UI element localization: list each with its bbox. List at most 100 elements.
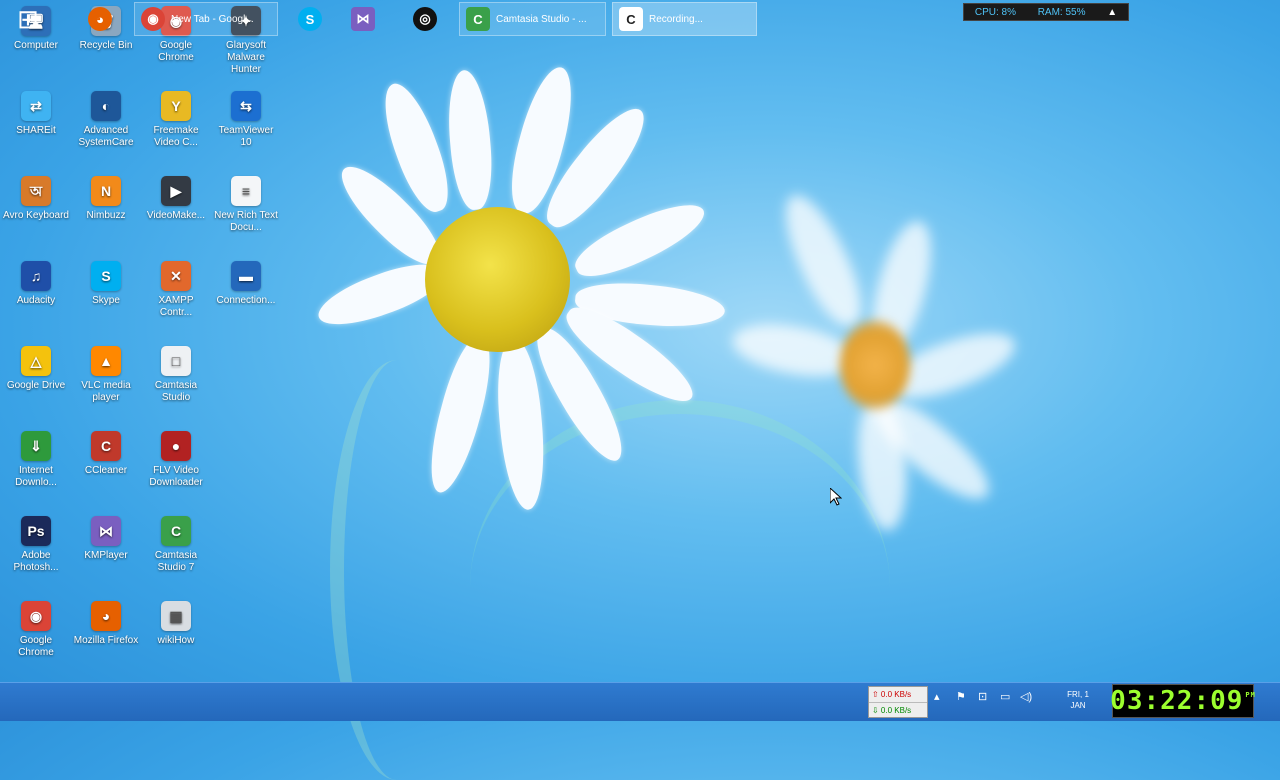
desktop-icon-label: VideoMake... [146, 210, 206, 221]
desktop-icon-label: Camtasia Studio 7 [154, 550, 198, 573]
chrome-window-title: New Tab - Googl... [171, 13, 254, 25]
taskbar-date[interactable]: FRI, 1 JAN [1054, 689, 1102, 711]
desktop-icon-label: wikiHow [157, 635, 195, 646]
desktop-icon-label: Skype [92, 295, 120, 306]
desktop-icon[interactable]: অ Avro Keyboard [3, 176, 69, 222]
desktop-icon-label: SHAREit [16, 125, 56, 136]
desktop-icon[interactable]: ◐ Advanced SystemCare [73, 91, 139, 149]
desktop-icon[interactable]: ≡ New Rich Text Docu... [213, 176, 279, 234]
windows-logo-icon: ⊞ [17, 3, 39, 34]
camtasia-recorder-icon: C [619, 7, 643, 31]
mouse-cursor-icon [830, 488, 842, 506]
download-speed: ⇩ 0.0 KB/s [869, 702, 927, 718]
date-month: JAN [1070, 701, 1086, 710]
app-icon: ⇆ [231, 91, 261, 121]
desktop-icon-label: Google Chrome [18, 635, 54, 658]
desktop-icon-label: XAMPP Contr... [158, 295, 194, 318]
taskbar-obs[interactable]: ◎ [405, 2, 445, 36]
app-icon: ♫ [21, 261, 51, 291]
desktop-icon[interactable]: ◉ Google Chrome [3, 601, 69, 659]
kmplayer-icon: ⋈ [351, 7, 375, 31]
skype-icon: S [298, 7, 322, 31]
desktop-icon-label: Internet Downlo... [15, 465, 57, 488]
app-icon: ▲ [91, 346, 121, 376]
taskbar-skype[interactable]: S [290, 2, 330, 36]
action-center-flag-icon[interactable]: ⚑ [956, 690, 966, 703]
taskbar-chrome-window[interactable]: ◉ New Tab - Googl... [134, 2, 278, 36]
desktop-icon-label: Camtasia Studio [154, 380, 198, 403]
volume-icon[interactable]: ◁) [1020, 690, 1032, 703]
desktop-icon-label: Computer [14, 40, 58, 51]
desktop-icon[interactable]: △ Google Drive [3, 346, 69, 392]
network-speed-meter[interactable]: ⇧ 0.0 KB/s ⇩ 0.0 KB/s [868, 686, 928, 718]
desktop-icon[interactable]: ⋈ KMPlayer [73, 516, 139, 562]
desktop-icon[interactable]: ● FLV Video Downloader [143, 431, 209, 489]
date-day: FRI, 1 [1067, 690, 1089, 699]
start-button[interactable]: ⊞ [6, 2, 50, 36]
camtasia-icon: C [466, 7, 490, 31]
app-icon: ⋈ [91, 516, 121, 546]
taskbar-camtasia-window[interactable]: C Camtasia Studio - ... [459, 2, 606, 36]
taskbar-recording-window[interactable]: C Recording... [612, 2, 757, 36]
desktop-icon[interactable]: ▦ wikiHow [143, 601, 209, 647]
desktop-icon[interactable]: ▬ Connection... [213, 261, 279, 307]
app-icon: ◕ [91, 601, 121, 631]
app-icon: ✕ [161, 261, 191, 291]
desktop-icon[interactable]: ⇆ TeamViewer 10 [213, 91, 279, 149]
app-icon: △ [21, 346, 51, 376]
taskbar-kmplayer[interactable]: ⋈ [343, 2, 383, 36]
app-icon: Y [161, 91, 191, 121]
app-icon: ≡ [231, 176, 261, 206]
desktop-icon[interactable]: □ Camtasia Studio [143, 346, 209, 404]
desktop-icon-label: Google Chrome [158, 40, 194, 63]
desktop-icon-label: Advanced SystemCare [78, 125, 134, 148]
resource-meter[interactable]: CPU: 8% RAM: 55% ▲ [963, 3, 1129, 21]
recording-window-title: Recording... [649, 13, 703, 25]
app-icon: ◐ [91, 91, 121, 121]
app-icon: C [91, 431, 121, 461]
network-icon[interactable]: ⊡ [978, 690, 987, 703]
app-icon: Ps [21, 516, 51, 546]
app-icon: ◉ [21, 601, 51, 631]
desktop-icon-label: Glarysoft Malware Hunter [225, 40, 266, 75]
cpu-usage: CPU: 8% [974, 6, 1016, 18]
clock-ampm: PM [1245, 691, 1256, 699]
desktop-icon[interactable]: ♫ Audacity [3, 261, 69, 307]
upload-speed: ⇧ 0.0 KB/s [872, 690, 912, 699]
desktop-icon-label: VLC media player [81, 380, 131, 403]
desktop-icon[interactable]: Ps Adobe Photosh... [3, 516, 69, 574]
desktop-icon-label: Nimbuzz [86, 210, 126, 221]
desktop-icon-label: Freemake Video C... [153, 125, 199, 148]
app-icon: ▦ [161, 601, 191, 631]
desktop-icon-label: CCleaner [84, 465, 128, 476]
desktop-icon-label: Google Drive [6, 380, 66, 391]
digital-clock[interactable]: 03:22:09 PM [1110, 684, 1256, 718]
desktop-icon[interactable]: ▲ VLC media player [73, 346, 139, 404]
desktop-icon[interactable]: Y Freemake Video C... [143, 91, 209, 149]
obs-icon: ◎ [413, 7, 437, 31]
taskbar-firefox[interactable]: ◕ [80, 2, 120, 36]
app-icon: S [91, 261, 121, 291]
ram-usage: RAM: 55% [1037, 6, 1086, 18]
app-icon: □ [161, 346, 191, 376]
desktop-icon-label: KMPlayer [84, 550, 128, 561]
app-icon: ⇄ [21, 91, 51, 121]
tray-chevron-icon[interactable]: ▴ [934, 690, 940, 703]
app-icon: অ [21, 176, 51, 206]
desktop-icon[interactable]: N Nimbuzz [73, 176, 139, 222]
desktop-icon[interactable]: C Camtasia Studio 7 [143, 516, 209, 574]
desktop-icon[interactable]: ✕ XAMPP Contr... [143, 261, 209, 319]
desktop-icon-label: Audacity [16, 295, 56, 306]
meter-expand-icon[interactable]: ▲ [1107, 7, 1117, 18]
desktop-icon-label: Connection... [216, 295, 276, 306]
desktop-icon[interactable]: ⇓ Internet Downlo... [3, 431, 69, 489]
desktop-icon[interactable]: C CCleaner [73, 431, 139, 477]
battery-icon[interactable]: ▭ [1000, 690, 1010, 703]
desktop-icon[interactable]: ▶ VideoMake... [143, 176, 209, 222]
desktop-icon[interactable]: ◕ Mozilla Firefox [73, 601, 139, 647]
desktop-icon[interactable]: ⇄ SHAREit [3, 91, 69, 137]
app-icon: ▬ [231, 261, 261, 291]
chrome-icon: ◉ [141, 7, 165, 31]
desktop-icon-label: New Rich Text Docu... [214, 210, 278, 233]
desktop-icon[interactable]: S Skype [73, 261, 139, 307]
